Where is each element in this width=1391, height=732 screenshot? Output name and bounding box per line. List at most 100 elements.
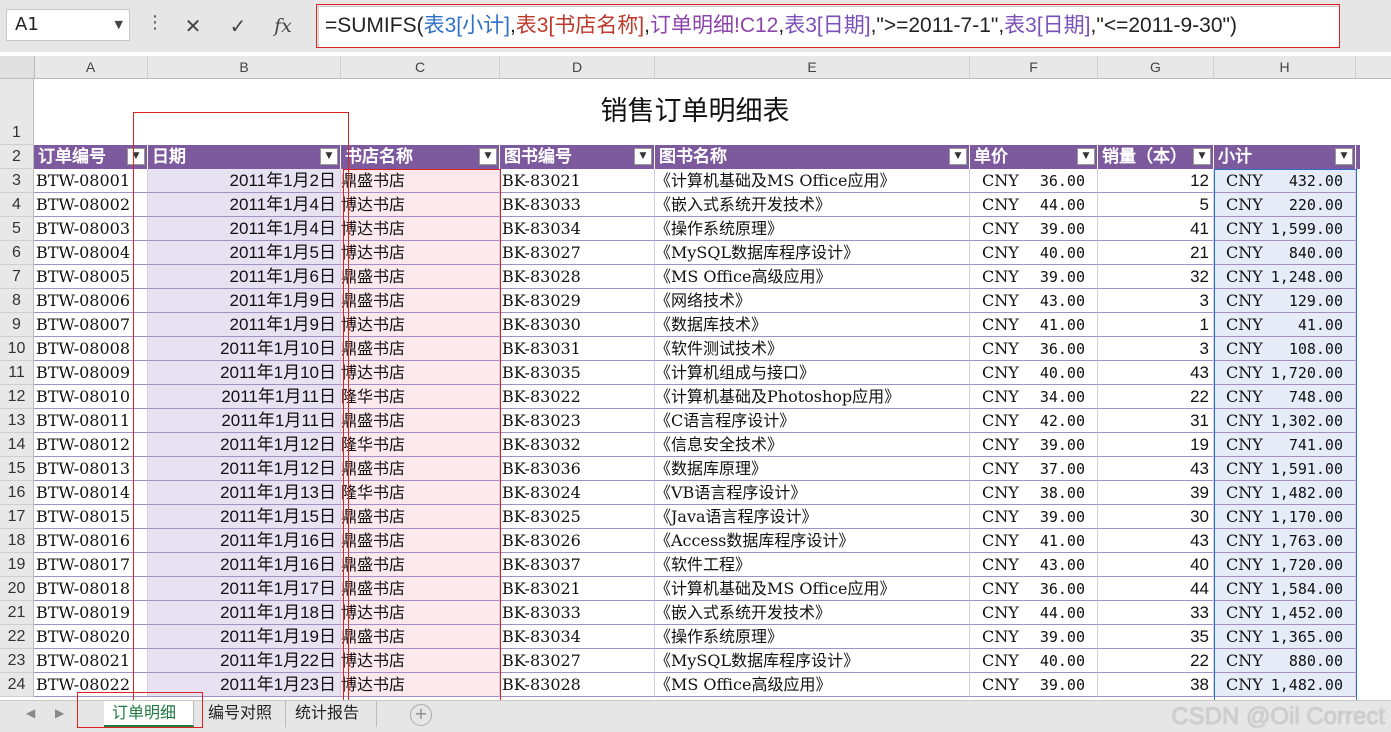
table-cell[interactable]: BK-83028 [500, 673, 655, 697]
table-cell[interactable]: 2011年1月13日 [148, 481, 341, 505]
table-cell[interactable]: BTW-08018 [34, 577, 148, 601]
table-cell[interactable]: BK-83033 [500, 601, 655, 625]
table-cell[interactable]: CNY 39.00 [970, 505, 1098, 529]
table-cell[interactable]: 《MySQL数据库程序设计》 [655, 241, 970, 265]
table-cell[interactable]: 《数据库技术》 [655, 313, 970, 337]
row-header[interactable]: 10 [0, 337, 34, 361]
table-cell[interactable]: BK-83031 [500, 337, 655, 361]
table-cell[interactable]: 隆华书店 [341, 433, 500, 457]
table-cell[interactable]: BTW-08012 [34, 433, 148, 457]
filter-dropdown-icon[interactable]: ▼ [320, 148, 338, 165]
column-header-g[interactable]: G [1098, 56, 1214, 78]
table-cell[interactable]: 鼎盛书店 [341, 577, 500, 601]
table-cell[interactable]: CNY 43.00 [970, 289, 1098, 313]
table-cell[interactable]: 38 [1098, 673, 1214, 697]
table-cell[interactable]: 博达书店 [341, 313, 500, 337]
table-cell[interactable]: CNY 40.00 [970, 361, 1098, 385]
table-cell[interactable]: CNY 41.00 [970, 313, 1098, 337]
table-cell[interactable]: BTW-08009 [34, 361, 148, 385]
row-header[interactable]: 17 [0, 505, 34, 529]
table-cell[interactable]: BTW-08013 [34, 457, 148, 481]
sheet-tab[interactable]: 编号对照 [200, 701, 286, 727]
row-header[interactable]: 18 [0, 529, 34, 553]
column-header-a[interactable]: A [34, 56, 148, 78]
table-cell[interactable]: BTW-08014 [34, 481, 148, 505]
table-cell[interactable]: 《MS Office高级应用》 [655, 673, 970, 697]
table-cell[interactable]: 《网络技术》 [655, 289, 970, 313]
table-cell[interactable]: BK-83029 [500, 289, 655, 313]
table-cell[interactable]: 博达书店 [341, 361, 500, 385]
table-cell[interactable]: 43 [1098, 361, 1214, 385]
table-cell[interactable]: 《Access数据库程序设计》 [655, 529, 970, 553]
table-cell[interactable]: 鼎盛书店 [341, 457, 500, 481]
column-header-f[interactable]: F [970, 56, 1098, 78]
row-header[interactable]: 14 [0, 433, 34, 457]
table-cell[interactable]: 博达书店 [341, 193, 500, 217]
table-cell[interactable]: 《计算机基础及MS Office应用》 [655, 169, 970, 193]
table-cell[interactable]: CNY 432.00 [1214, 169, 1356, 193]
table-cell[interactable]: 2011年1月5日 [148, 241, 341, 265]
table-cell[interactable]: 22 [1098, 649, 1214, 673]
table-cell[interactable]: BTW-08008 [34, 337, 148, 361]
table-cell[interactable]: 2011年1月10日 [148, 361, 341, 385]
table-cell[interactable]: 博达书店 [341, 673, 500, 697]
table-cell[interactable]: BK-83033 [500, 193, 655, 217]
table-cell[interactable]: 鼎盛书店 [341, 265, 500, 289]
table-cell[interactable]: 41 [1098, 217, 1214, 241]
table-cell[interactable]: 2011年1月10日 [148, 337, 341, 361]
table-cell[interactable]: CNY 1,248.00 [1214, 265, 1356, 289]
table-cell[interactable]: BK-83021 [500, 169, 655, 193]
confirm-icon[interactable]: ✓ [220, 11, 256, 41]
table-cell[interactable]: 33 [1098, 601, 1214, 625]
table-cell[interactable]: 博达书店 [341, 241, 500, 265]
table-cell[interactable]: 《嵌入式系统开发技术》 [655, 193, 970, 217]
table-cell[interactable]: CNY 39.00 [970, 265, 1098, 289]
chevron-down-icon[interactable]: ▼ [115, 10, 123, 40]
table-cell[interactable]: 《数据库原理》 [655, 457, 970, 481]
table-cell[interactable]: 2011年1月4日 [148, 217, 341, 241]
row-header[interactable]: 13 [0, 409, 34, 433]
table-cell[interactable]: 博达书店 [341, 217, 500, 241]
table-cell[interactable]: BTW-08003 [34, 217, 148, 241]
table-cell[interactable]: 《信息安全技术》 [655, 433, 970, 457]
table-cell[interactable]: 2011年1月19日 [148, 625, 341, 649]
table-cell[interactable]: 3 [1098, 337, 1214, 361]
table-cell[interactable]: BTW-08004 [34, 241, 148, 265]
table-cell[interactable]: 《计算机组成与接口》 [655, 361, 970, 385]
table-cell[interactable]: 2011年1月22日 [148, 649, 341, 673]
row-header[interactable]: 6 [0, 241, 34, 265]
column-header-d[interactable]: D [500, 56, 655, 78]
table-cell[interactable]: CNY 38.00 [970, 481, 1098, 505]
row-header[interactable]: 8 [0, 289, 34, 313]
table-cell[interactable]: CNY 39.00 [970, 673, 1098, 697]
sheet-tab[interactable]: 统计报告 [287, 701, 377, 727]
row-header[interactable]: 15 [0, 457, 34, 481]
table-cell[interactable]: 1 [1098, 313, 1214, 337]
filter-dropdown-icon[interactable]: ▼ [1077, 148, 1095, 165]
table-cell[interactable]: CNY 40.00 [970, 241, 1098, 265]
table-cell[interactable]: CNY 41.00 [1214, 313, 1356, 337]
table-cell[interactable]: CNY 44.00 [970, 193, 1098, 217]
table-cell[interactable]: CNY 880.00 [1214, 649, 1356, 673]
row-header[interactable]: 7 [0, 265, 34, 289]
table-cell[interactable]: CNY 34.00 [970, 385, 1098, 409]
table-cell[interactable]: 43 [1098, 529, 1214, 553]
table-cell[interactable]: BK-83026 [500, 529, 655, 553]
table-cell[interactable]: 鼎盛书店 [341, 553, 500, 577]
table-cell[interactable]: BTW-08020 [34, 625, 148, 649]
table-cell[interactable]: BTW-08017 [34, 553, 148, 577]
table-cell[interactable]: 22 [1098, 385, 1214, 409]
table-cell[interactable]: BK-83027 [500, 241, 655, 265]
select-all-corner[interactable] [0, 56, 35, 78]
column-header-h[interactable]: H [1214, 56, 1356, 78]
filter-dropdown-icon[interactable]: ▼ [634, 148, 652, 165]
table-cell[interactable]: BTW-08021 [34, 649, 148, 673]
table-cell[interactable]: CNY 1,482.00 [1214, 673, 1356, 697]
row-header[interactable]: 16 [0, 481, 34, 505]
table-cell[interactable]: CNY 1,302.00 [1214, 409, 1356, 433]
table-cell[interactable]: CNY 1,365.00 [1214, 625, 1356, 649]
table-cell[interactable]: BTW-08015 [34, 505, 148, 529]
table-cell[interactable]: CNY 1,599.00 [1214, 217, 1356, 241]
table-cell[interactable]: BTW-08010 [34, 385, 148, 409]
table-cell[interactable]: CNY 39.00 [970, 217, 1098, 241]
